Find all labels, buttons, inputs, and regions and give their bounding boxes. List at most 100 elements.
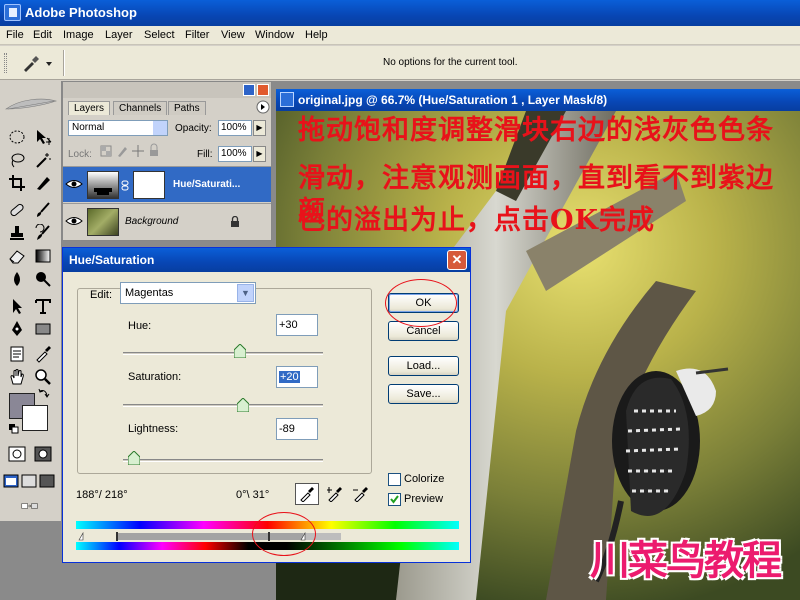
standard-screen-mode-icon[interactable] — [2, 470, 20, 492]
fill-arrow-icon[interactable]: ▶ — [253, 146, 266, 162]
save-button[interactable]: Save... — [388, 384, 459, 404]
layers-palette-title-bar[interactable] — [63, 82, 271, 98]
swap-colors-icon[interactable] — [38, 387, 50, 399]
preview-checkbox[interactable] — [388, 493, 401, 506]
lightness-slider-handle[interactable] — [128, 451, 140, 465]
app-title: Adobe Photoshop — [25, 5, 137, 20]
dodge-tool-icon[interactable] — [32, 268, 54, 290]
lock-image-icon[interactable] — [115, 144, 129, 158]
fill-field[interactable]: 100% — [218, 146, 252, 162]
path-selection-tool-icon[interactable] — [6, 295, 28, 317]
app-title-bar: Adobe Photoshop — [0, 0, 800, 26]
options-bar-separator — [63, 50, 65, 76]
crop-tool-icon[interactable] — [6, 172, 28, 194]
menu-view[interactable]: View — [221, 29, 245, 41]
pen-tool-icon[interactable] — [6, 318, 28, 340]
saturation-field[interactable]: +20 — [276, 366, 318, 388]
clone-stamp-tool-icon[interactable] — [6, 222, 28, 244]
menu-edit[interactable]: Edit — [33, 29, 52, 41]
checkmark-icon — [390, 495, 399, 504]
annotation-line-3: 色的溢出为止，点击OK完成 — [298, 205, 655, 236]
options-bar-message: No options for the current tool. — [383, 57, 518, 68]
fill-label: Fill: — [197, 149, 213, 160]
lightness-slider-track[interactable] — [123, 459, 323, 462]
layer-row-hue-saturation[interactable]: Hue/Saturati... — [63, 166, 271, 202]
menu-filter[interactable]: Filter — [185, 29, 209, 41]
document-title-bar[interactable]: original.jpg @ 66.7% (Hue/Saturation 1 ,… — [276, 89, 800, 111]
palette-menu-arrow-icon[interactable] — [256, 100, 270, 114]
tool-preset-picker[interactable] — [18, 52, 58, 74]
blend-mode-select[interactable]: Normal — [68, 120, 168, 136]
options-bar-grip[interactable] — [4, 53, 7, 73]
chevron-down-icon[interactable] — [153, 121, 167, 135]
notes-tool-icon[interactable] — [6, 343, 28, 365]
magic-wand-tool-icon[interactable] — [32, 149, 54, 171]
hand-tool-icon[interactable] — [6, 366, 28, 388]
history-brush-tool-icon[interactable] — [32, 222, 54, 244]
hue-field[interactable]: +30 — [276, 314, 318, 336]
lightness-field[interactable]: -89 — [276, 418, 318, 440]
ok-highlight-circle — [385, 279, 457, 327]
colorize-checkbox[interactable] — [388, 473, 401, 486]
move-tool-icon[interactable] — [32, 126, 54, 148]
rectangle-tool-icon[interactable] — [32, 318, 54, 340]
eraser-tool-icon[interactable] — [6, 245, 28, 267]
chevron-down-icon[interactable]: ▼ — [237, 284, 254, 302]
lasso-tool-icon[interactable] — [6, 149, 28, 171]
full-screen-mode-icon[interactable] — [38, 470, 56, 492]
jump-to-imageready-icon[interactable] — [8, 495, 52, 517]
tab-channels[interactable]: Channels — [113, 101, 168, 115]
eyedropper-icon[interactable] — [295, 483, 319, 505]
menu-file[interactable]: File — [6, 29, 24, 41]
hue-slider-handle[interactable] — [233, 344, 246, 358]
lock-transparency-icon[interactable] — [99, 144, 113, 158]
menu-layer[interactable]: Layer — [105, 29, 133, 41]
menu-select[interactable]: Select — [144, 29, 175, 41]
range-left-readout: 188°/ 218° — [76, 489, 128, 501]
layer-mask-thumbnail[interactable] — [133, 171, 165, 199]
tab-paths[interactable]: Paths — [168, 101, 206, 115]
watermark-logo: 川菜鸟教程 — [590, 537, 782, 584]
eyedropper-tool-icon[interactable] — [32, 343, 54, 365]
load-button[interactable]: Load... — [388, 356, 459, 376]
gradient-tool-icon[interactable] — [32, 245, 54, 267]
close-icon[interactable]: ✕ — [447, 250, 467, 270]
full-screen-menu-mode-icon[interactable] — [20, 470, 38, 492]
type-tool-icon[interactable] — [32, 295, 54, 317]
default-colors-icon[interactable] — [8, 423, 20, 435]
palette-close-icon[interactable] — [257, 84, 269, 96]
visibility-eye-icon[interactable] — [65, 214, 83, 228]
dialog-title-bar[interactable]: Hue/Saturation ✕ — [63, 248, 470, 272]
saturation-slider-handle[interactable] — [237, 398, 249, 412]
slice-tool-icon[interactable] — [32, 172, 54, 194]
background-layer-thumbnail — [87, 208, 119, 236]
blur-tool-icon[interactable] — [6, 268, 28, 290]
standard-mode-icon[interactable] — [6, 443, 28, 465]
saturation-slider-track[interactable] — [123, 404, 323, 407]
palette-minimize-icon[interactable] — [243, 84, 255, 96]
quick-mask-mode-icon[interactable] — [32, 443, 54, 465]
background-color-swatch[interactable] — [22, 405, 48, 431]
brush-tool-icon[interactable] — [32, 199, 54, 221]
visibility-eye-icon[interactable] — [65, 177, 83, 191]
lock-position-icon[interactable] — [131, 144, 145, 158]
opacity-arrow-icon[interactable]: ▶ — [253, 120, 266, 136]
menu-image[interactable]: Image — [63, 29, 94, 41]
blend-mode-value: Normal — [72, 122, 105, 133]
healing-brush-tool-icon[interactable] — [6, 199, 28, 221]
layer-name: Hue/Saturati... — [173, 179, 241, 190]
hue-slider-track[interactable] — [123, 352, 323, 355]
menu-window[interactable]: Window — [255, 29, 294, 41]
eyedropper-minus-icon[interactable] — [349, 483, 373, 505]
layer-name: Background — [125, 216, 179, 227]
chain-link-icon[interactable] — [121, 180, 129, 191]
lock-all-icon[interactable] — [147, 143, 161, 158]
dialog-title: Hue/Saturation — [69, 253, 155, 267]
tab-layers[interactable]: Layers — [68, 101, 111, 115]
marquee-tool-icon[interactable] — [6, 126, 28, 148]
layer-row-background[interactable]: Background — [63, 203, 271, 239]
eyedropper-plus-icon[interactable] — [323, 483, 347, 505]
opacity-field[interactable]: 100% — [218, 120, 252, 136]
edit-range-select[interactable]: Magentas ▼ — [120, 282, 256, 304]
menu-help[interactable]: Help — [305, 29, 328, 41]
